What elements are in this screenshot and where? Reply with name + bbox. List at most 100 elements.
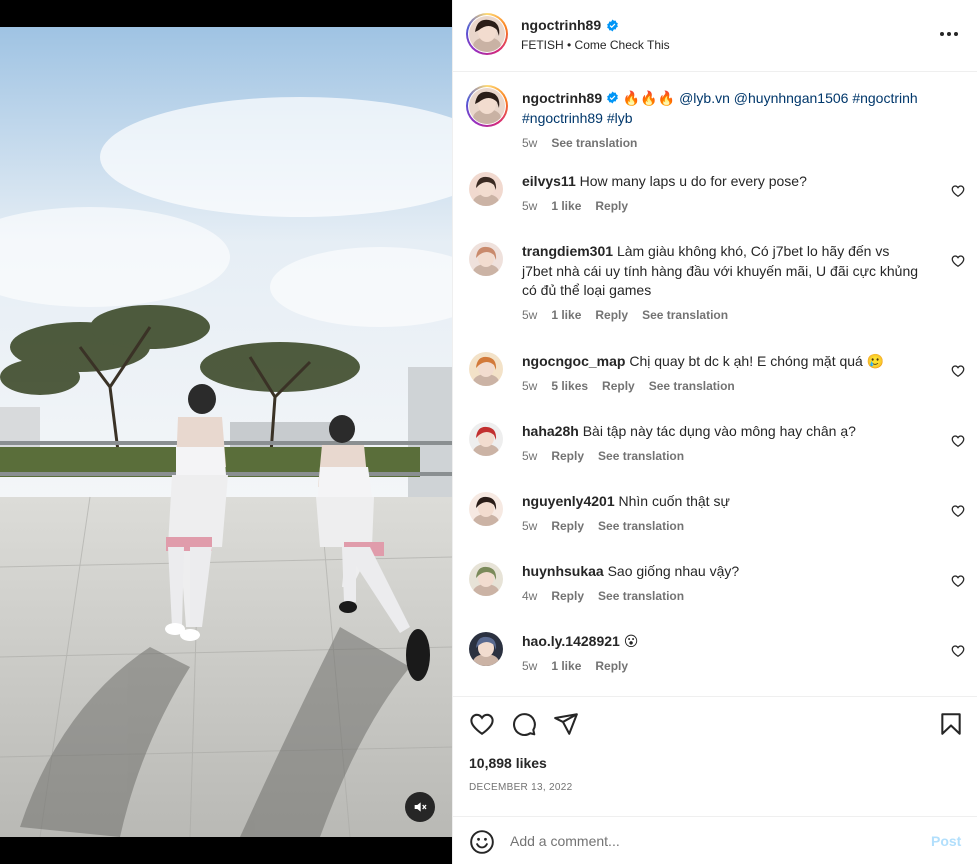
hashtag-link[interactable]: #ngoctrinh89: [522, 110, 603, 126]
comment-time[interactable]: 5w: [522, 379, 537, 393]
reply-button[interactable]: Reply: [602, 379, 635, 393]
comment-body: haha28h Bài tập này tác dụng vào mông ha…: [522, 422, 922, 442]
see-translation-button[interactable]: See translation: [649, 379, 735, 393]
commenter-avatar[interactable]: [469, 352, 503, 386]
more-horizontal-icon: [940, 32, 958, 36]
comment-text: Bài tập này tác dụng vào mông hay chân ạ…: [582, 423, 856, 439]
post-header: ngoctrinh89 FETISH • Come Check This: [453, 0, 977, 72]
heart-icon: [951, 255, 965, 268]
see-translation-button[interactable]: See translation: [598, 519, 684, 533]
share-button[interactable]: [553, 711, 579, 737]
comment-time[interactable]: 5w: [522, 199, 537, 213]
reply-button[interactable]: Reply: [595, 659, 628, 673]
video-frame[interactable]: [0, 27, 452, 837]
comment-button[interactable]: [511, 711, 537, 737]
hashtag-link[interactable]: #lyb: [607, 110, 633, 126]
post-video[interactable]: [0, 0, 452, 864]
comment-meta: 5w 1 like Reply: [522, 199, 628, 213]
caption-avatar[interactable]: [466, 85, 508, 127]
see-translation-button[interactable]: See translation: [551, 136, 637, 150]
commenter-username[interactable]: huynhsukaa: [522, 563, 604, 579]
reply-button[interactable]: Reply: [595, 308, 628, 322]
comment-body: ngocngoc_map Chị quay bt dc k ạh! E chón…: [522, 352, 922, 372]
caption-meta: 5w See translation: [522, 136, 637, 150]
mention-link[interactable]: @lyb.vn: [679, 90, 730, 106]
like-button[interactable]: [469, 711, 495, 737]
commenter-username[interactable]: eilvys11: [522, 173, 576, 189]
mention-link[interactable]: @huynhngan1506: [734, 90, 849, 106]
commenter-username[interactable]: haha28h: [522, 423, 579, 439]
speaker-muted-icon: [414, 802, 427, 812]
comment-time[interactable]: 5w: [522, 308, 537, 322]
comment-like-button[interactable]: [951, 574, 965, 588]
comment-likes-count[interactable]: 1 like: [551, 308, 581, 322]
heart-icon: [951, 435, 965, 448]
commenter-avatar[interactable]: [469, 172, 503, 206]
comment-like-button[interactable]: [951, 644, 965, 658]
commenter-username[interactable]: hao.ly.1428921: [522, 633, 620, 649]
save-button[interactable]: [938, 711, 964, 737]
avatar-photo: [469, 632, 503, 666]
comment-time[interactable]: 5w: [522, 449, 537, 463]
comment-like-button[interactable]: [951, 254, 965, 268]
post-date[interactable]: DECEMBER 13, 2022: [469, 782, 572, 793]
mute-button[interactable]: [405, 792, 435, 822]
commenter-username[interactable]: nguyenly4201: [522, 493, 615, 509]
comment-meta: 5w 1 like Reply: [522, 659, 628, 673]
avatar-photo: [469, 422, 503, 456]
comment-likes-count[interactable]: 5 likes: [551, 379, 588, 393]
comment-like-button[interactable]: [951, 504, 965, 518]
reply-button[interactable]: Reply: [551, 519, 584, 533]
smiley-icon: [470, 830, 494, 854]
comment-meta: 5w 1 like Reply See translation: [522, 308, 728, 322]
see-translation-button[interactable]: See translation: [598, 449, 684, 463]
comment-text: 😮: [623, 633, 639, 649]
comment-body: trangdiem301 Làm giàu không khó, Có j7be…: [522, 242, 922, 301]
comment-text: Sao giống nhau vậy?: [607, 563, 740, 579]
caption-text: ngoctrinh89 🔥🔥🔥 @lyb.vn @huynhngan1506 #…: [522, 89, 942, 128]
commenter-avatar[interactable]: [469, 632, 503, 666]
commenter-username[interactable]: ngocngoc_map: [522, 353, 625, 369]
comment-likes-count[interactable]: 1 like: [551, 199, 581, 213]
heart-icon: [951, 505, 965, 518]
comment-time[interactable]: 4w: [522, 589, 537, 603]
commenter-avatar[interactable]: [469, 562, 503, 596]
heart-icon: [951, 645, 965, 658]
see-translation-button[interactable]: See translation: [642, 308, 728, 322]
see-translation-button[interactable]: See translation: [598, 589, 684, 603]
caption-fire-emoji: 🔥🔥🔥: [622, 90, 676, 106]
author-username-row[interactable]: ngoctrinh89: [521, 17, 619, 33]
avatar-photo: [469, 352, 503, 386]
comment-like-button[interactable]: [951, 364, 965, 378]
comment-meta: 4w Reply See translation: [522, 589, 684, 603]
commenter-avatar[interactable]: [469, 422, 503, 456]
commenter-username[interactable]: trangdiem301: [522, 243, 613, 259]
likes-count[interactable]: 10,898 likes: [469, 755, 547, 771]
verified-badge-icon: [607, 19, 618, 31]
reply-button[interactable]: Reply: [551, 449, 584, 463]
comment-time[interactable]: 5w: [522, 659, 537, 673]
emoji-button[interactable]: [469, 829, 495, 855]
audio-track[interactable]: FETISH • Come Check This: [521, 38, 670, 52]
send-icon: [554, 713, 578, 735]
hashtag-link[interactable]: #ngoctrinh: [852, 90, 917, 106]
heart-icon: [951, 185, 965, 198]
commenter-avatar[interactable]: [469, 492, 503, 526]
comment-input[interactable]: [510, 831, 910, 851]
author-avatar[interactable]: [466, 13, 508, 55]
comment-time[interactable]: 5w: [522, 519, 537, 533]
comment-like-button[interactable]: [951, 434, 965, 448]
reply-button[interactable]: Reply: [551, 589, 584, 603]
comment-text: Chị quay bt dc k ạh! E chóng mặt quá 🥲: [629, 353, 885, 369]
more-options-button[interactable]: [937, 22, 961, 46]
post-comment-button[interactable]: Post: [931, 833, 961, 849]
reply-button[interactable]: Reply: [595, 199, 628, 213]
caption-username[interactable]: ngoctrinh89: [522, 90, 602, 106]
comment-like-button[interactable]: [951, 184, 965, 198]
author-username[interactable]: ngoctrinh89: [521, 17, 601, 33]
comment-icon: [513, 713, 536, 736]
heart-icon: [470, 713, 494, 735]
commenter-avatar[interactable]: [469, 242, 503, 276]
caption-time[interactable]: 5w: [522, 136, 537, 150]
comment-likes-count[interactable]: 1 like: [551, 659, 581, 673]
